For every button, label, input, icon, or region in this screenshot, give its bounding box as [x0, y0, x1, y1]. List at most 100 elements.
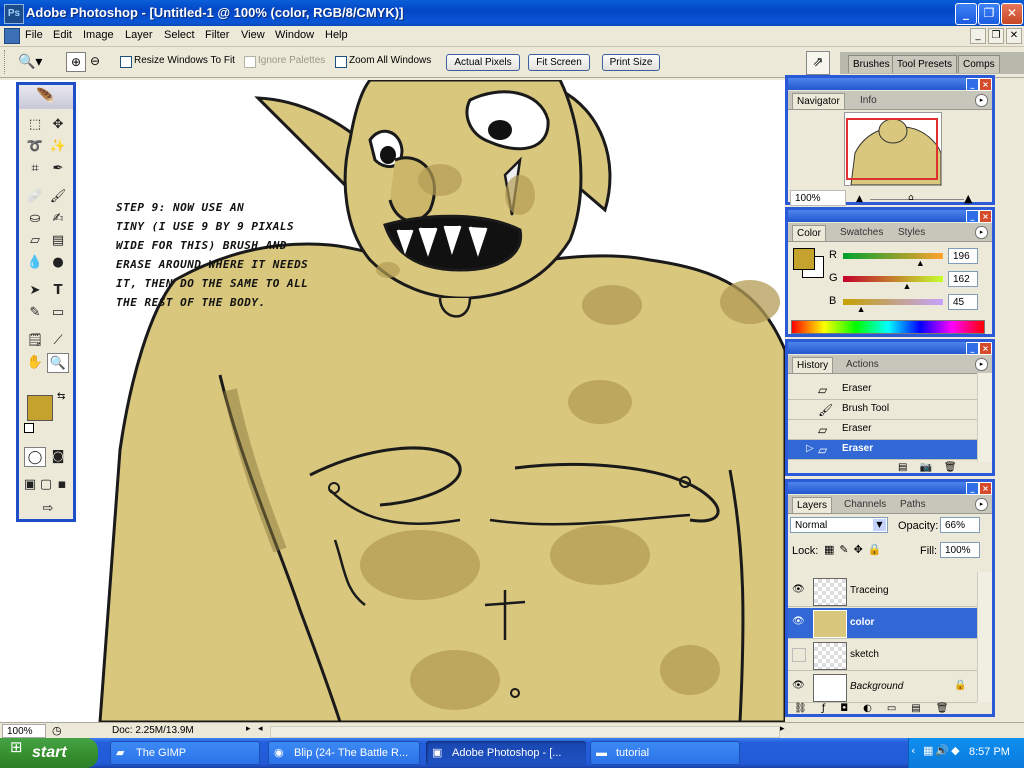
eraser-tool-icon[interactable]: ▱ — [24, 231, 46, 251]
document-menu-icon[interactable] — [4, 28, 20, 44]
panel-titlebar[interactable]: _ × — [788, 78, 992, 91]
doc-restore-button[interactable]: ❐ — [988, 28, 1004, 44]
eye-icon[interactable]: 👁 — [792, 680, 805, 691]
path-selection-icon[interactable]: ➤ — [24, 281, 46, 301]
zoom-in-icon[interactable]: ⊕ — [66, 52, 86, 72]
menu-select[interactable]: Select — [164, 29, 195, 41]
history-item[interactable]: ▱ Eraser — [788, 420, 977, 440]
chevron-down-icon[interactable]: ▼ — [873, 519, 886, 531]
healing-brush-icon[interactable]: 🩹 — [24, 187, 46, 207]
eyedropper-tool-icon[interactable]: ⟋ — [47, 331, 69, 351]
panel-titlebar[interactable]: _ × — [788, 342, 992, 355]
hidden-visibility-box[interactable] — [792, 648, 806, 662]
color-panel-foreground-swatch[interactable] — [793, 248, 815, 270]
dodge-tool-icon[interactable]: ● — [47, 253, 69, 273]
layers-scrollbar[interactable] — [977, 572, 992, 702]
minimize-button[interactable]: _ — [955, 3, 977, 25]
document-canvas[interactable]: STEP 9: NOW USE AN TINY (I USE 9 BY 9 PI… — [0, 80, 785, 722]
brush-tool-icon[interactable]: 🖌 — [47, 187, 69, 207]
navigator-zoom-slider[interactable] — [870, 199, 964, 200]
swap-colors-icon[interactable]: ⇆ — [57, 391, 65, 402]
menu-file[interactable]: File — [25, 29, 43, 41]
panel-close-button[interactable]: × — [979, 342, 992, 355]
panel-minimize-button[interactable]: _ — [966, 482, 979, 495]
panel-close-button[interactable]: × — [979, 482, 992, 495]
history-brush-icon[interactable]: ✍ — [47, 209, 69, 229]
tray-expand-icon[interactable]: ‹ — [911, 744, 915, 757]
jump-to-imageready-icon[interactable]: ⇨ — [35, 499, 61, 519]
tab-history[interactable]: History — [792, 357, 834, 373]
menu-layer[interactable]: Layer — [125, 29, 153, 41]
panel-minimize-button[interactable]: _ — [966, 342, 979, 355]
tab-paths[interactable]: Paths — [896, 497, 930, 512]
menu-edit[interactable]: Edit — [53, 29, 72, 41]
status-info-icon[interactable]: ◷ — [52, 724, 62, 737]
tab-actions[interactable]: Actions — [842, 357, 883, 372]
title-bar[interactable]: Ps Adobe Photoshop - [Untitled-1 @ 100% … — [0, 0, 1024, 26]
crop-tool-icon[interactable]: ⌗ — [24, 159, 46, 179]
channel-r-thumb[interactable]: ▲ — [916, 258, 925, 268]
channel-b-slider[interactable]: ▲ — [843, 299, 943, 314]
taskbar-item-firefox[interactable]: ◉ Blip (24- The Battle R... — [268, 741, 420, 765]
horizontal-scrollbar[interactable] — [270, 726, 780, 738]
pen-tool-icon[interactable]: ✎ — [24, 303, 46, 323]
clone-stamp-icon[interactable]: ⛀ — [24, 209, 46, 229]
channel-r-input[interactable]: 196 — [948, 248, 978, 264]
tab-info[interactable]: Info — [856, 93, 881, 108]
color-spectrum-bar[interactable] — [791, 320, 985, 334]
default-colors-icon[interactable] — [24, 423, 34, 433]
layers-footer-icons[interactable]: ⛓ƒ◘◐▭▤🗑 — [794, 703, 963, 714]
photoshop-app-icon[interactable]: Ps — [4, 4, 24, 24]
fill-input[interactable]: 100% — [940, 542, 980, 558]
history-scrollbar[interactable] — [977, 373, 992, 462]
tab-navigator[interactable]: Navigator — [792, 93, 845, 109]
history-footer-icons[interactable]: ▤📷🗑 — [898, 462, 969, 473]
tab-swatches[interactable]: Swatches — [836, 225, 887, 240]
screen-mode-full-menu-icon[interactable]: ▢ — [38, 475, 54, 495]
panel-close-button[interactable]: × — [979, 78, 992, 91]
close-button[interactable]: ✕ — [1001, 3, 1023, 25]
zoom-out-mountain-icon[interactable]: ▲ — [856, 194, 863, 204]
panel-menu-button[interactable]: ▸ — [975, 358, 988, 371]
zoom-out-icon[interactable]: ⊖ — [86, 52, 104, 70]
panel-titlebar[interactable]: _ × — [788, 482, 992, 495]
zoom-in-mountain-icon[interactable]: ▲ — [964, 192, 972, 205]
magic-wand-tool-icon[interactable]: ✨ — [47, 137, 69, 157]
quick-mask-mode-icon[interactable]: ◙ — [47, 447, 69, 467]
layer-row[interactable]: 👁 Traceing — [788, 576, 977, 607]
fit-screen-button[interactable]: Fit Screen — [528, 54, 590, 71]
scroll-right-icon[interactable]: ▸ — [780, 724, 785, 734]
panel-close-button[interactable]: × — [979, 210, 992, 223]
screen-mode-full-icon[interactable]: ▪ — [54, 475, 70, 495]
layer-row[interactable]: sketch — [788, 640, 977, 671]
layer-row[interactable]: 👁 Background 🔒 — [788, 672, 977, 703]
eye-icon[interactable]: 👁 — [792, 616, 805, 627]
well-tab-comps[interactable]: Comps — [958, 55, 1000, 73]
tab-channels[interactable]: Channels — [840, 497, 890, 512]
taskbar-item-folder[interactable]: ▬ tutorial — [590, 741, 740, 765]
feather-logo-icon[interactable]: 🪶 — [19, 85, 73, 109]
channel-g-thumb[interactable]: ▲ — [903, 281, 912, 291]
eye-icon[interactable]: 👁 — [792, 584, 805, 595]
navigator-zoom-field[interactable]: 100% — [790, 190, 846, 206]
channel-r-slider[interactable]: ▲ — [843, 253, 943, 268]
lock-options-icons[interactable]: ▦✎✥🔒 — [824, 543, 887, 556]
taskbar-item-gimp[interactable]: ▰ The GIMP — [110, 741, 260, 765]
zoom-all-windows-checkbox[interactable] — [335, 56, 347, 68]
channel-g-input[interactable]: 162 — [948, 271, 978, 287]
gradient-tool-icon[interactable]: ▤ — [47, 231, 69, 251]
type-tool-icon[interactable]: T — [47, 281, 69, 301]
move-tool-icon[interactable]: ✥ — [47, 115, 69, 135]
print-size-button[interactable]: Print Size — [602, 54, 660, 71]
tray-icons[interactable]: ▦🔊◆ — [923, 744, 962, 757]
options-grip[interactable] — [4, 50, 11, 74]
go-to-imageready-icon[interactable]: ⇗ — [806, 51, 830, 75]
channel-b-input[interactable]: 45 — [948, 294, 978, 310]
start-button[interactable]: ⊞ start — [0, 738, 98, 768]
marquee-tool-icon[interactable]: ⬚ — [24, 115, 46, 135]
tab-styles[interactable]: Styles — [894, 225, 929, 240]
doc-close-button[interactable]: ✕ — [1006, 28, 1022, 44]
blur-tool-icon[interactable]: 💧 — [24, 253, 46, 273]
panel-minimize-button[interactable]: _ — [966, 210, 979, 223]
panel-minimize-button[interactable]: _ — [966, 78, 979, 91]
